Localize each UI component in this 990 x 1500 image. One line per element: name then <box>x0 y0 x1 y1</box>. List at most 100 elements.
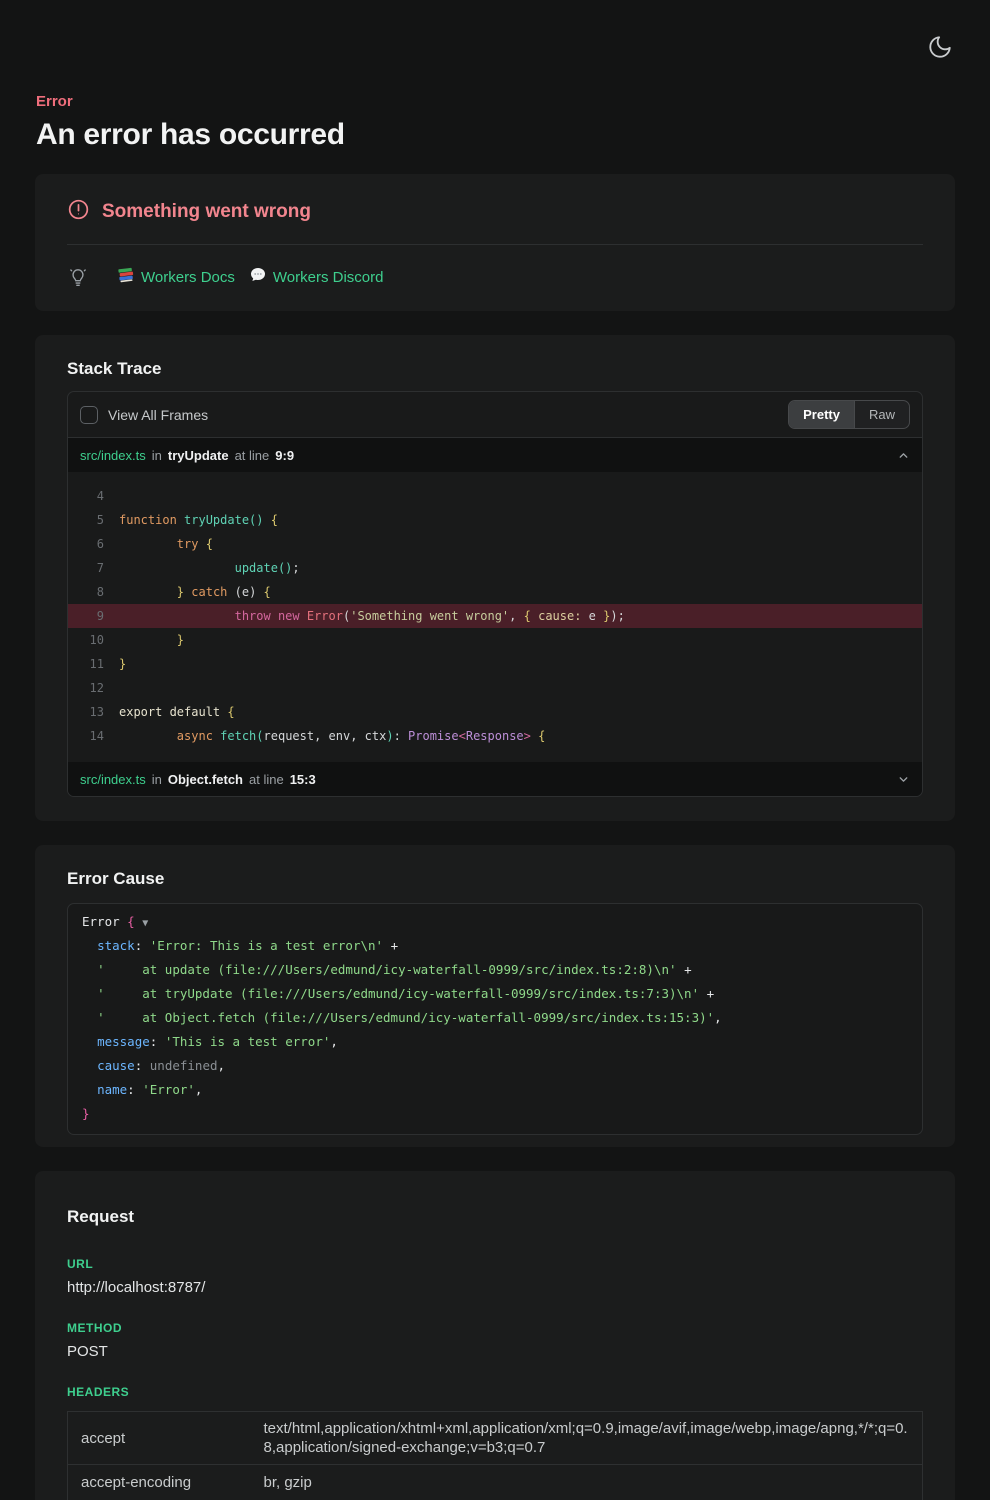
code-line: 14 async fetch(request, env, ctx): Promi… <box>68 724 922 748</box>
cause-line: name: 'Error', <box>82 1078 908 1102</box>
code-text: try { <box>119 532 213 556</box>
code-token: + <box>677 962 692 977</box>
header-key: accept-encoding <box>68 1465 258 1500</box>
code-text: export default { <box>119 700 235 724</box>
code-token <box>119 609 235 623</box>
code-token: Error <box>307 609 343 623</box>
cause-line: ' at update (file:///Users/edmund/icy-wa… <box>82 958 908 982</box>
code-token: 'Error' <box>142 1082 195 1097</box>
code-token: cause: <box>538 609 581 623</box>
code-token <box>300 609 307 623</box>
code-token: 'Error: This is a test error\n' <box>150 938 383 953</box>
workers-discord-label: Workers Discord <box>273 269 384 286</box>
code-text: } <box>119 652 126 676</box>
code-token <box>119 537 177 551</box>
code-token: } <box>177 585 184 599</box>
code-token: (e) <box>227 585 263 599</box>
code-token: ' at Object.fetch (file:///Users/edmund/… <box>97 1010 714 1025</box>
code-token: ' at update (file:///Users/edmund/icy-wa… <box>97 962 676 977</box>
lightbulb-icon <box>67 266 89 288</box>
stack-trace-card: Stack Trace View All Frames Pretty Raw s… <box>35 335 955 821</box>
line-number: 13 <box>68 700 104 724</box>
stack-frame-header-tryupdate[interactable]: src/index.ts in tryUpdate at line 9:9 <box>68 438 922 472</box>
code-token: } <box>82 1106 90 1121</box>
cause-line: ' at Object.fetch (file:///Users/edmund/… <box>82 1006 908 1030</box>
error-eyebrow: Error <box>36 93 954 111</box>
moon-icon <box>927 48 953 63</box>
code-token: throw new <box>235 609 300 623</box>
speech-balloon-icon <box>249 266 267 288</box>
url-value: http://localhost:8787/ <box>67 1278 923 1297</box>
code-token: export default <box>119 705 220 719</box>
code-token: try <box>177 537 199 551</box>
workers-docs-link[interactable]: Workers Docs <box>117 266 235 288</box>
code-token: { <box>206 537 213 551</box>
code-token <box>82 1034 97 1049</box>
code-token <box>119 561 235 575</box>
code-block: 45function tryUpdate() {6 try {7 update(… <box>68 472 922 762</box>
frame-file: src/index.ts <box>80 772 146 787</box>
code-token: , <box>195 1082 203 1097</box>
code-token: : <box>150 1034 165 1049</box>
cause-line: stack: 'Error: This is a test error\n' + <box>82 934 908 958</box>
code-token: : <box>127 1082 142 1097</box>
frame-line: 15:3 <box>290 772 316 787</box>
code-line: 7 update(); <box>68 556 922 580</box>
cause-line: message: 'This is a test error', <box>82 1030 908 1054</box>
line-number: 5 <box>68 508 104 532</box>
code-token: undefined <box>150 1058 218 1073</box>
frame-in-label: in <box>152 448 162 463</box>
frame-at-label: at line <box>249 772 284 787</box>
code-token <box>82 986 97 1001</box>
header-value: text/html,application/xhtml+xml,applicat… <box>258 1412 923 1465</box>
code-line: 8 } catch (e) { <box>68 580 922 604</box>
code-token: ▼ <box>142 918 148 929</box>
code-token: : <box>135 1058 150 1073</box>
code-line: 11} <box>68 652 922 676</box>
code-text: throw new Error('Something went wrong', … <box>119 604 625 628</box>
code-token <box>82 938 97 953</box>
code-token <box>119 729 177 743</box>
line-number: 9 <box>68 604 104 628</box>
header-key: accept <box>68 1412 258 1465</box>
chevron-down-icon <box>897 773 910 786</box>
code-token: , <box>509 609 523 623</box>
error-cause-heading: Error Cause <box>67 869 923 889</box>
line-number: 7 <box>68 556 104 580</box>
code-token: 'This is a test error' <box>165 1034 331 1049</box>
error-summary-card: Something went wrong Workers Docs Worker… <box>35 174 955 311</box>
stack-frame-header-objectfetch[interactable]: src/index.ts in Object.fetch at line 15:… <box>68 762 922 796</box>
code-line: 9 throw new Error('Something went wrong'… <box>68 604 922 628</box>
line-number: 12 <box>68 676 104 700</box>
top-bar <box>0 0 990 72</box>
view-all-frames-label[interactable]: View All Frames <box>108 407 208 423</box>
pretty-toggle-button[interactable]: Pretty <box>789 401 854 428</box>
raw-toggle-button[interactable]: Raw <box>854 401 909 428</box>
request-card: Request URL http://localhost:8787/ METHO… <box>35 1171 955 1500</box>
code-token: { <box>524 609 531 623</box>
error-cause-panel: Error { ▼ stack: 'Error: This is a test … <box>67 903 923 1135</box>
workers-discord-link[interactable]: Workers Discord <box>249 266 384 288</box>
code-text: async fetch(request, env, ctx): Promise<… <box>119 724 545 748</box>
code-token: { <box>127 914 142 929</box>
code-token: + <box>699 986 714 1001</box>
cause-line: } <box>82 1102 908 1126</box>
stack-trace-toolbar: View All Frames Pretty Raw <box>68 392 922 438</box>
code-token: : <box>135 938 150 953</box>
code-token: update() <box>235 561 293 575</box>
code-token: ; <box>292 561 299 575</box>
code-line: 4 <box>68 484 922 508</box>
code-token: > <box>524 729 531 743</box>
chevron-up-icon <box>897 449 910 462</box>
code-line: 12 <box>68 676 922 700</box>
url-label: URL <box>67 1257 923 1271</box>
cause-line: cause: undefined, <box>82 1054 908 1078</box>
code-text: } <box>119 628 184 652</box>
code-token: + <box>383 938 398 953</box>
code-line: 5 function tryUpdate() { <box>68 508 922 532</box>
code-token: 'Something went wrong' <box>350 609 509 623</box>
dark-mode-toggle-button[interactable] <box>926 34 954 62</box>
view-all-frames-checkbox[interactable] <box>80 406 98 424</box>
code-text: function tryUpdate() { <box>119 508 278 532</box>
code-token: { <box>264 585 271 599</box>
